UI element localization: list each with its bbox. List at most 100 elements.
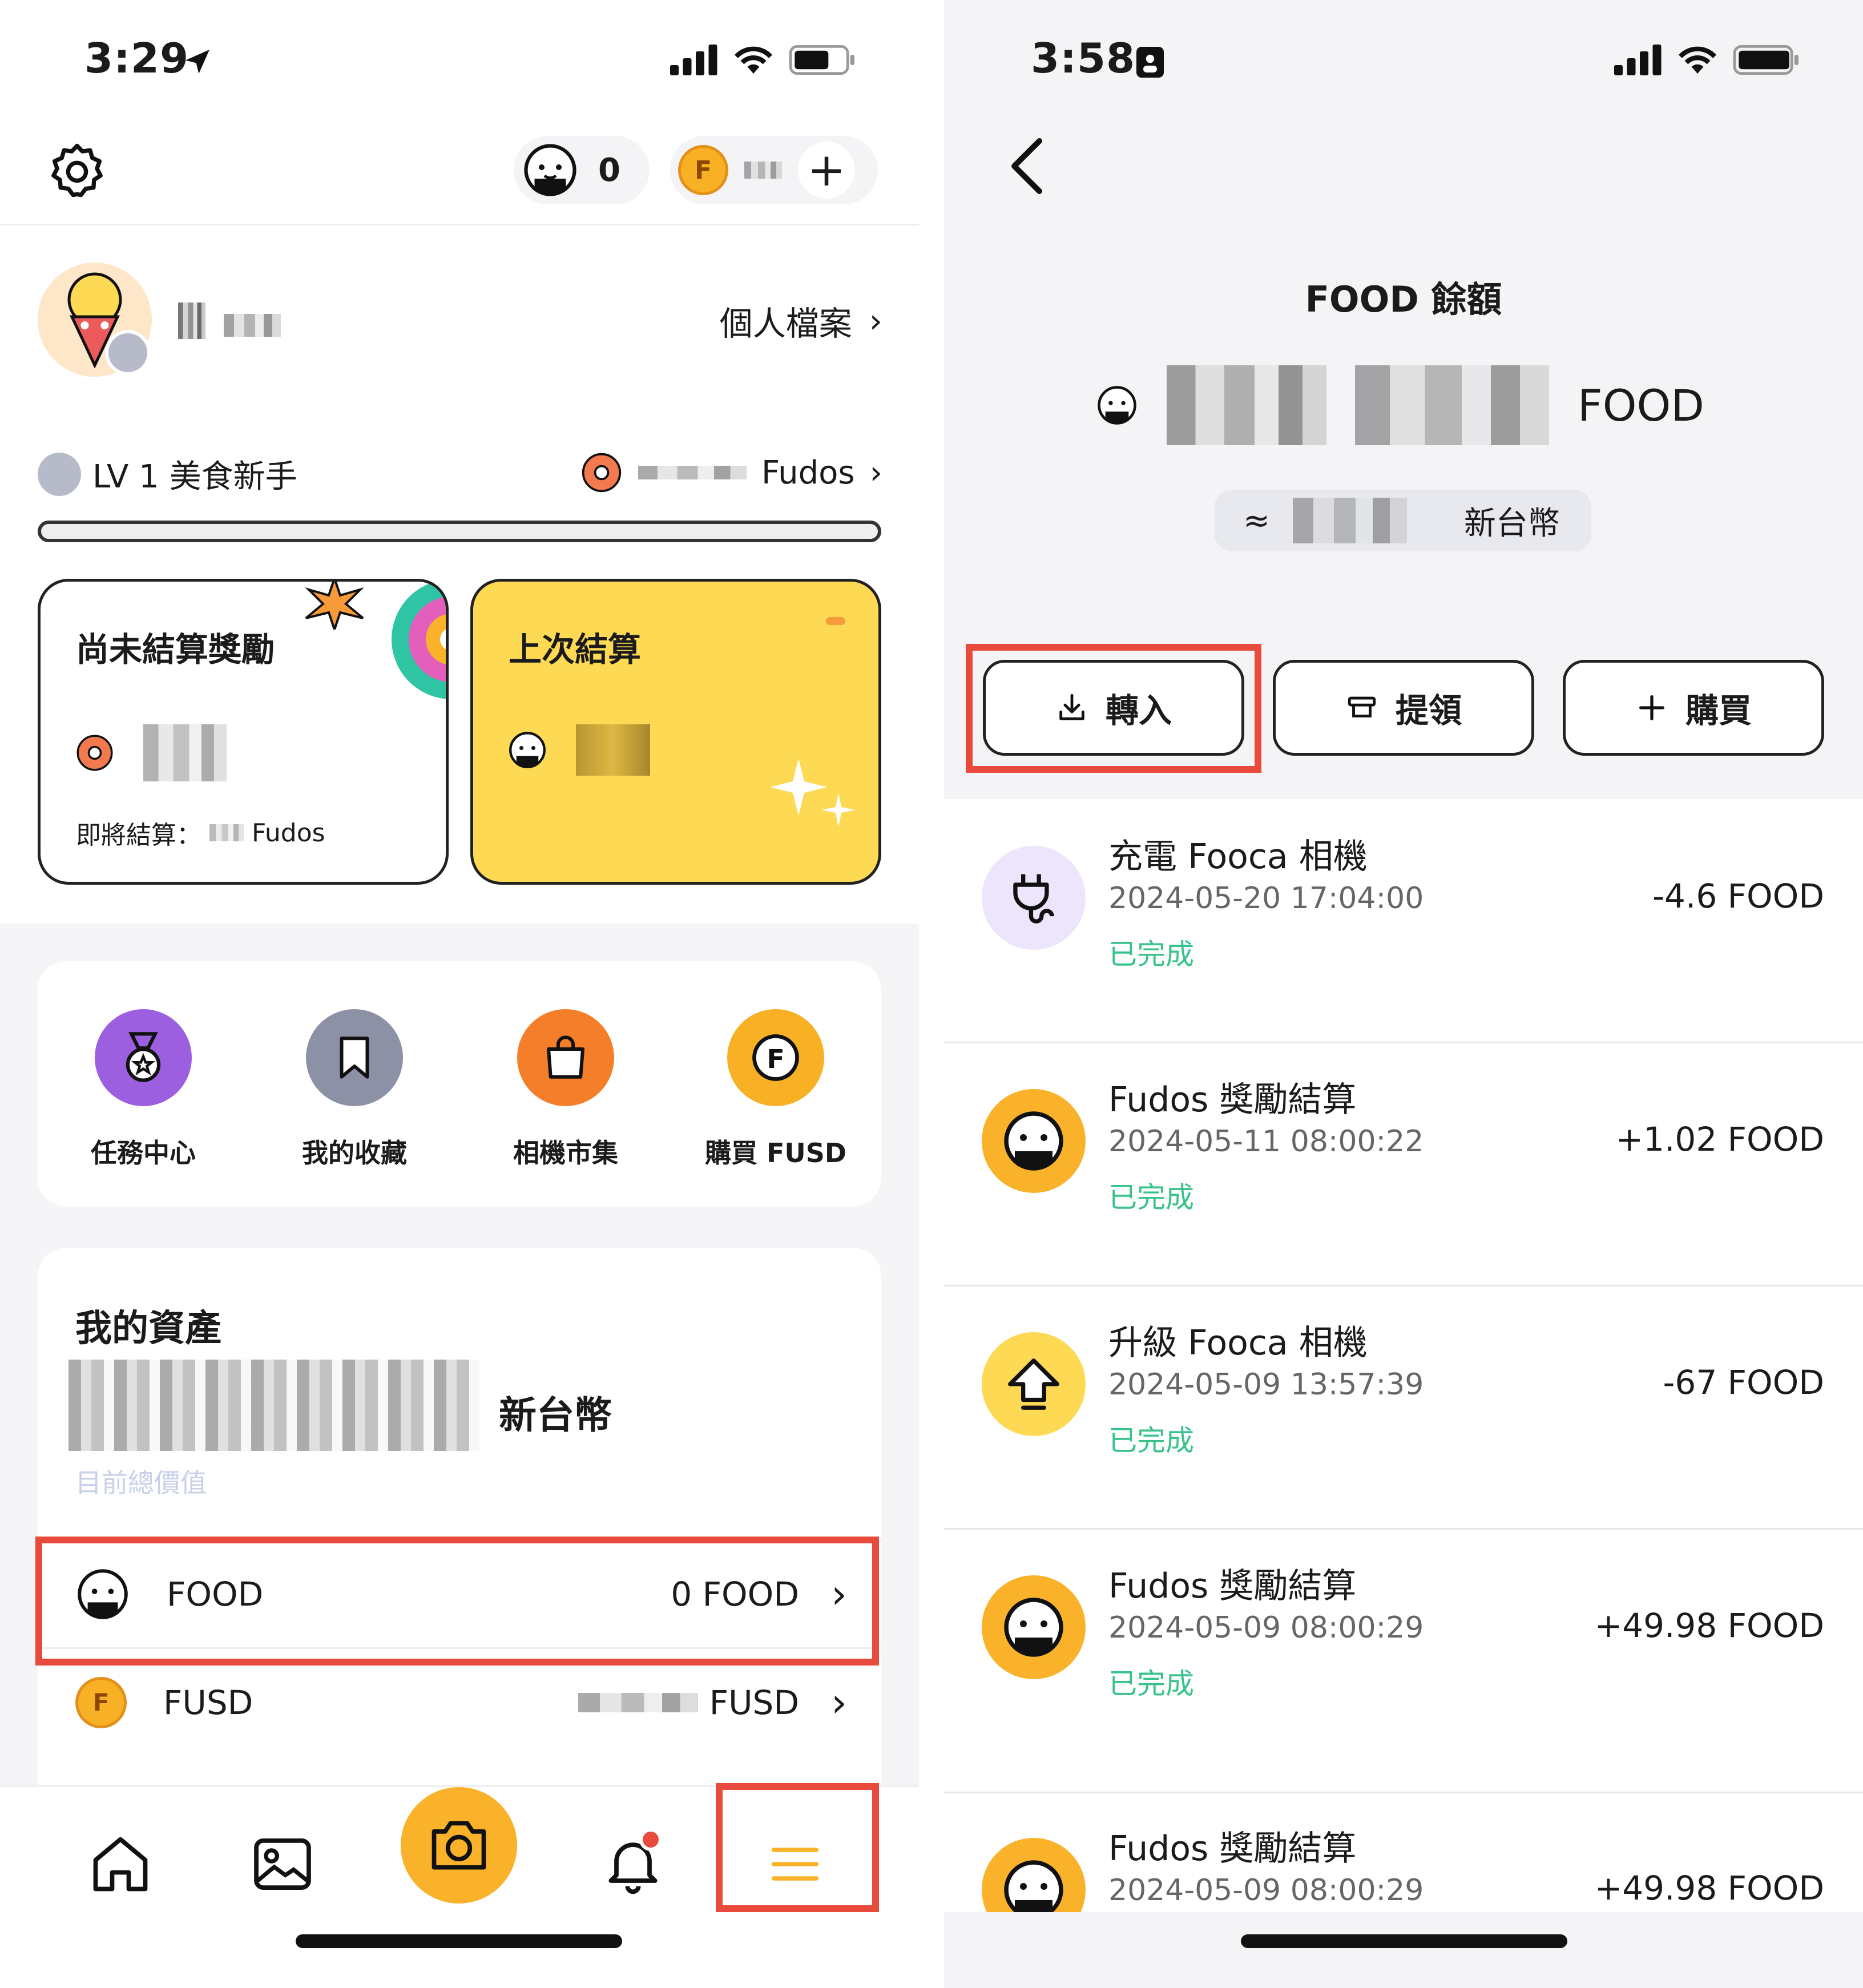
withdraw-icon <box>1348 696 1376 717</box>
balance-unit: FOOD <box>1578 380 1704 431</box>
profile-header: 個人檔案 › <box>38 263 882 377</box>
bottom-safe-area <box>944 1912 1863 1988</box>
menu-item-favorites[interactable]: 我的收藏 <box>249 1009 460 1170</box>
tab-notifications[interactable] <box>590 1821 676 1907</box>
upgrade-arrow-icon <box>982 1332 1086 1436</box>
deposit-label: 轉入 <box>1105 691 1172 730</box>
card-title: 上次結算 <box>509 630 642 669</box>
chevron-right-icon: › <box>831 1679 847 1726</box>
donut-icon <box>582 453 622 493</box>
transaction-amount: -67 FOOD <box>1663 1363 1825 1402</box>
fusd-coin-icon: F <box>75 1676 127 1728</box>
transaction-title: 升級 Fooca 相機 <box>1108 1323 1368 1363</box>
buy-label: 購買 <box>1685 691 1752 730</box>
menu-icon <box>771 1848 819 1881</box>
withdraw-button[interactable]: 提領 <box>1273 660 1534 756</box>
fiat-equivalent: ≈ 新台幣 <box>1215 490 1591 551</box>
level-label: LV 1 美食新手 <box>92 458 297 495</box>
transaction-amount: +1.02 FOOD <box>1615 1120 1824 1159</box>
fudos-unit: Fudos <box>761 454 855 491</box>
transaction-title: Fudos 獎勵結算 <box>1108 1829 1357 1869</box>
cellular-signal-icon <box>1614 45 1662 75</box>
donut-icon <box>76 735 113 771</box>
menu-item-tasks[interactable]: 任務中心 <box>38 1009 249 1170</box>
back-chevron-icon[interactable] <box>1001 135 1053 197</box>
asset-amount: 0 FOOD <box>671 1574 799 1614</box>
fusd-pill[interactable]: F + <box>670 136 878 204</box>
last-settlement-card[interactable]: 上次結算 <box>470 579 881 885</box>
location-arrow-icon <box>186 50 209 74</box>
quick-menu: 任務中心 我的收藏 相機市集 F 購買 FUSD <box>38 961 881 1207</box>
top-bar: 0 F + <box>0 120 919 225</box>
wallet-home-screen: 3:29 0 F + 個人檔案 › LV 1 美食新手 Fudos › 尚未結算… <box>0 0 919 1988</box>
username-redacted <box>178 297 292 342</box>
tab-menu[interactable] <box>752 1821 838 1907</box>
fiat-redacted <box>1292 498 1407 543</box>
home-indicator <box>296 1934 622 1948</box>
panel-gap <box>919 0 944 1988</box>
shopping-bag-icon <box>517 1009 614 1106</box>
profile-link[interactable]: 個人檔案 › <box>720 297 882 345</box>
notification-dot <box>639 1828 662 1851</box>
id-card-icon <box>1136 47 1164 78</box>
battery-icon <box>1733 45 1799 75</box>
tab-home[interactable] <box>78 1821 163 1907</box>
menu-item-buy-fusd[interactable]: F 購買 FUSD <box>670 1009 881 1170</box>
profile-link-label: 個人檔案 <box>719 304 852 343</box>
asset-amount: FUSD <box>709 1683 799 1722</box>
asset-row-food[interactable]: FOOD 0 FOOD › <box>38 1539 881 1647</box>
status-time: 3:58 <box>1031 34 1136 82</box>
transaction-row[interactable]: 充電 Fooca 相機 2024-05-20 17:04:00 已完成 -4.6… <box>944 801 1863 1043</box>
gear-icon[interactable] <box>46 139 108 202</box>
avatar[interactable] <box>38 263 152 377</box>
settle-soon-redacted <box>209 824 244 841</box>
pending-rewards-card[interactable]: 尚未結算獎勵 即將結算： Fudos <box>38 579 449 885</box>
tab-gallery[interactable] <box>240 1821 325 1907</box>
food-coin-icon <box>78 1568 128 1619</box>
gallery-icon <box>254 1838 311 1890</box>
menu-item-camera-market[interactable]: 相機市集 <box>460 1009 671 1170</box>
starburst-icon <box>305 582 364 630</box>
wifi-icon <box>735 46 772 74</box>
asset-row-fusd[interactable]: F FUSD FUSD › <box>38 1647 881 1756</box>
page-title: FOOD 餘額 <box>1305 279 1502 320</box>
battery-icon <box>789 45 855 75</box>
rainbow-decoration-icon <box>392 582 446 699</box>
transaction-status: 已完成 <box>1108 938 1194 971</box>
level-row[interactable]: LV 1 美食新手 Fudos › <box>38 451 882 502</box>
chevron-right-icon: › <box>869 454 882 491</box>
menu-item-label: 購買 FUSD <box>704 1138 847 1168</box>
food-coin-icon <box>524 144 576 196</box>
approx-sign: ≈ <box>1243 502 1270 539</box>
level-progress-bar <box>38 521 881 542</box>
fusd-coin-icon: F <box>727 1009 824 1106</box>
transaction-date: 2024-05-09 08:00:29 <box>1108 1873 1424 1908</box>
buy-button[interactable]: 購買 <box>1563 660 1824 756</box>
transaction-amount: -4.6 FOOD <box>1652 877 1824 916</box>
deposit-button[interactable]: 轉入 <box>983 660 1244 756</box>
transaction-row[interactable]: 升級 Fooca 相機 2024-05-09 13:57:39 已完成 -67 … <box>944 1288 1863 1530</box>
plug-icon <box>982 846 1086 950</box>
transaction-status: 已完成 <box>1108 1181 1194 1214</box>
food-coin-icon <box>509 732 546 768</box>
level-star-icon <box>38 452 81 496</box>
medal-icon <box>95 1009 192 1106</box>
chevron-right-icon: › <box>831 1570 847 1618</box>
transaction-row[interactable]: Fudos 獎勵結算 2024-05-11 08:00:22 已完成 +1.02… <box>944 1045 1863 1287</box>
asset-name: FUSD <box>163 1683 253 1722</box>
transaction-amount: +49.98 FOOD <box>1594 1606 1824 1645</box>
fudos-redacted <box>638 466 747 479</box>
total-value-redacted <box>68 1360 479 1451</box>
fusd-coin-icon: F <box>678 145 728 195</box>
transaction-row[interactable]: Fudos 獎勵結算 2024-05-09 08:00:29 已完成 +49.9… <box>944 1531 1863 1793</box>
tab-camera[interactable] <box>401 1787 517 1904</box>
transaction-status: 已完成 <box>1108 1424 1194 1457</box>
food-balance: FOOD <box>1096 365 1704 445</box>
status-bar: 3:58 <box>944 0 1863 120</box>
cellular-signal-icon <box>670 45 717 75</box>
points-pill[interactable]: 0 <box>514 136 650 204</box>
transaction-date: 2024-05-09 08:00:29 <box>1108 1611 1424 1645</box>
bottom-tab-bar <box>0 1785 919 1988</box>
status-time: 3:29 <box>84 34 189 82</box>
add-button[interactable]: + <box>798 142 855 199</box>
